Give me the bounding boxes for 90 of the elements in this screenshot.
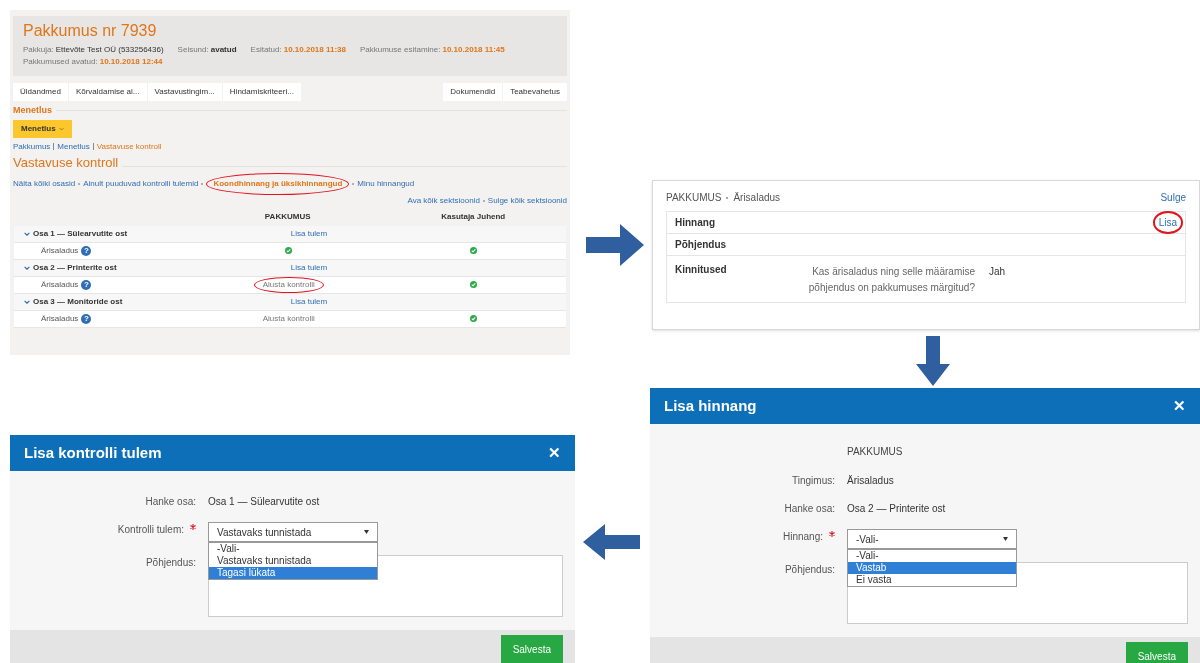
field-value: 10.10.2018 12:44 bbox=[99, 57, 163, 66]
popover-subtitle: Ärisaladus bbox=[733, 191, 781, 205]
field-value: 10.10.2018 11:45 bbox=[442, 45, 505, 54]
criterion-label: Ärisaladus bbox=[41, 244, 79, 257]
tab[interactable]: Üldandmed bbox=[13, 83, 68, 101]
field-value: avatud bbox=[210, 45, 237, 54]
field-label: Hinnang: bbox=[782, 530, 823, 544]
section-heading: Vastavuse kontroll bbox=[13, 154, 119, 171]
dropdown-field[interactable]: -Vali- bbox=[847, 529, 1017, 549]
dropdown-option[interactable]: -Vali- bbox=[848, 550, 1016, 562]
add-result-link[interactable]: Lisa tulem bbox=[290, 228, 328, 238]
field-label: Pakkuja: bbox=[23, 45, 54, 54]
field-label: Pakkumuse esitamine: bbox=[359, 45, 441, 54]
field-label: Esitatud: bbox=[250, 45, 282, 54]
tab[interactable]: Vastavustingim... bbox=[147, 83, 222, 101]
chevron-icon[interactable] bbox=[24, 231, 30, 236]
chevron-icon[interactable] bbox=[24, 265, 30, 270]
chevron-icon[interactable] bbox=[24, 299, 30, 304]
field-value: Ärisaladus bbox=[847, 474, 894, 488]
column-header: Kasutaja Juhend bbox=[440, 211, 507, 223]
group-title: Osa 1 — Sülearvutite ost bbox=[33, 227, 128, 240]
field-label: Põhjendus: bbox=[784, 563, 835, 577]
row-label: Kinnitused bbox=[675, 263, 728, 277]
tab[interactable]: Hindamiskriteeri... bbox=[222, 83, 301, 101]
dropdown-option[interactable]: Vastavaks tunnistada bbox=[209, 555, 377, 567]
close-link[interactable]: Sulge bbox=[1160, 190, 1186, 205]
dropdown-option[interactable]: Vastab bbox=[848, 562, 1016, 574]
form-header: PAKKUMUS bbox=[847, 445, 903, 459]
dropdown-field[interactable]: Vastavaks tunnistada bbox=[208, 522, 378, 542]
dialog-title: Lisa hinnang bbox=[664, 395, 757, 416]
caret-icon bbox=[58, 126, 64, 131]
page-title: Pakkumus nr 7939 bbox=[23, 21, 158, 41]
field-label: Kontrolli tulem: bbox=[117, 523, 184, 537]
field-label: Hanke osa: bbox=[784, 502, 835, 516]
filter-link[interactable]: Minu hinnangud bbox=[357, 177, 415, 190]
dropdown-option[interactable]: Tagasi lükata bbox=[209, 567, 377, 579]
tab[interactable]: Kõrvaldamise al... bbox=[68, 83, 147, 101]
group-title: Osa 3 — Monitoride ost bbox=[33, 295, 123, 308]
help-icon[interactable]: ? bbox=[81, 279, 92, 290]
field-label: Pakkumused avatud: bbox=[23, 57, 98, 66]
save-button[interactable]: Salvesta bbox=[1125, 642, 1188, 663]
dropdown-option[interactable]: -Vali- bbox=[209, 543, 377, 555]
help-icon[interactable]: ? bbox=[81, 313, 92, 324]
field-label: Tingimus: bbox=[792, 474, 835, 488]
field-label: Seisund: bbox=[177, 45, 209, 54]
section-link[interactable]: Ava kõik sektsioonid bbox=[407, 194, 480, 207]
tab[interactable]: Dokumendid bbox=[443, 83, 503, 101]
field-value: 10.10.2018 11:38 bbox=[283, 45, 346, 54]
breadcrumb-link[interactable]: Pakkumus bbox=[13, 140, 51, 153]
close-button[interactable]: ✕ bbox=[548, 441, 561, 465]
filter-link[interactable]: Ainult puuduvad kontrolli tulemid bbox=[83, 177, 199, 190]
column-header: PAKKUMUS bbox=[263, 211, 312, 223]
group-title: Osa 2 — Printerite ost bbox=[33, 261, 117, 274]
section-heading: Menetlus bbox=[13, 104, 52, 117]
right-arrow-icon bbox=[586, 224, 644, 266]
answer-text: Jah bbox=[989, 265, 1006, 279]
field-label: Põhjendus: bbox=[145, 556, 196, 570]
criterion-label: Ärisaladus bbox=[41, 312, 79, 325]
check-icon bbox=[285, 247, 293, 254]
left-arrow-icon bbox=[583, 524, 640, 560]
add-link[interactable]: Lisa bbox=[1152, 211, 1183, 234]
caret-icon bbox=[1003, 537, 1008, 541]
start-check-link[interactable]: Alusta kontrolli bbox=[262, 312, 315, 325]
field-value: Osa 1 — Sülearvutite ost bbox=[208, 495, 320, 509]
criterion-label: Ärisaladus bbox=[41, 278, 79, 291]
add-result-link[interactable]: Lisa tulem bbox=[290, 262, 328, 272]
section-link[interactable]: Sulge kõik sektsioonid bbox=[487, 194, 567, 207]
dialog-title: Lisa kontrolli tulem bbox=[24, 442, 162, 463]
add-result-link[interactable]: Lisa tulem bbox=[290, 296, 328, 306]
help-icon[interactable]: ? bbox=[81, 245, 92, 256]
field-value: Ettevõte Test OÜ (533256436) bbox=[55, 45, 164, 54]
popover-title: PAKKUMUS bbox=[666, 191, 722, 205]
save-button[interactable]: Salvesta bbox=[500, 635, 563, 663]
field-value: Osa 2 — Printerite ost bbox=[847, 502, 946, 516]
close-button[interactable]: ✕ bbox=[1173, 394, 1186, 418]
check-icon bbox=[470, 247, 478, 254]
dropdown-option[interactable]: Ei vasta bbox=[848, 574, 1016, 586]
filter-link[interactable]: Näita kõiki osasid bbox=[13, 177, 76, 190]
tab[interactable]: Teabevahetus bbox=[503, 83, 567, 101]
check-icon bbox=[470, 281, 478, 288]
field-label: Hanke osa: bbox=[145, 495, 196, 509]
row-label: Hinnang bbox=[675, 216, 716, 230]
dropdown-button[interactable]: Menetlus bbox=[13, 119, 72, 138]
question-text: Kas ärisaladus ning selle määramise põhjendus on pakkumuses märgitud? bbox=[807, 265, 975, 295]
breadcrumb-link[interactable]: Vastavuse kontroll bbox=[96, 140, 162, 153]
row-label: Põhjendus bbox=[675, 238, 728, 252]
breadcrumb-link[interactable]: Menetlus bbox=[57, 140, 90, 153]
check-icon bbox=[470, 315, 478, 322]
down-arrow-icon bbox=[916, 336, 950, 386]
caret-icon bbox=[364, 530, 369, 534]
